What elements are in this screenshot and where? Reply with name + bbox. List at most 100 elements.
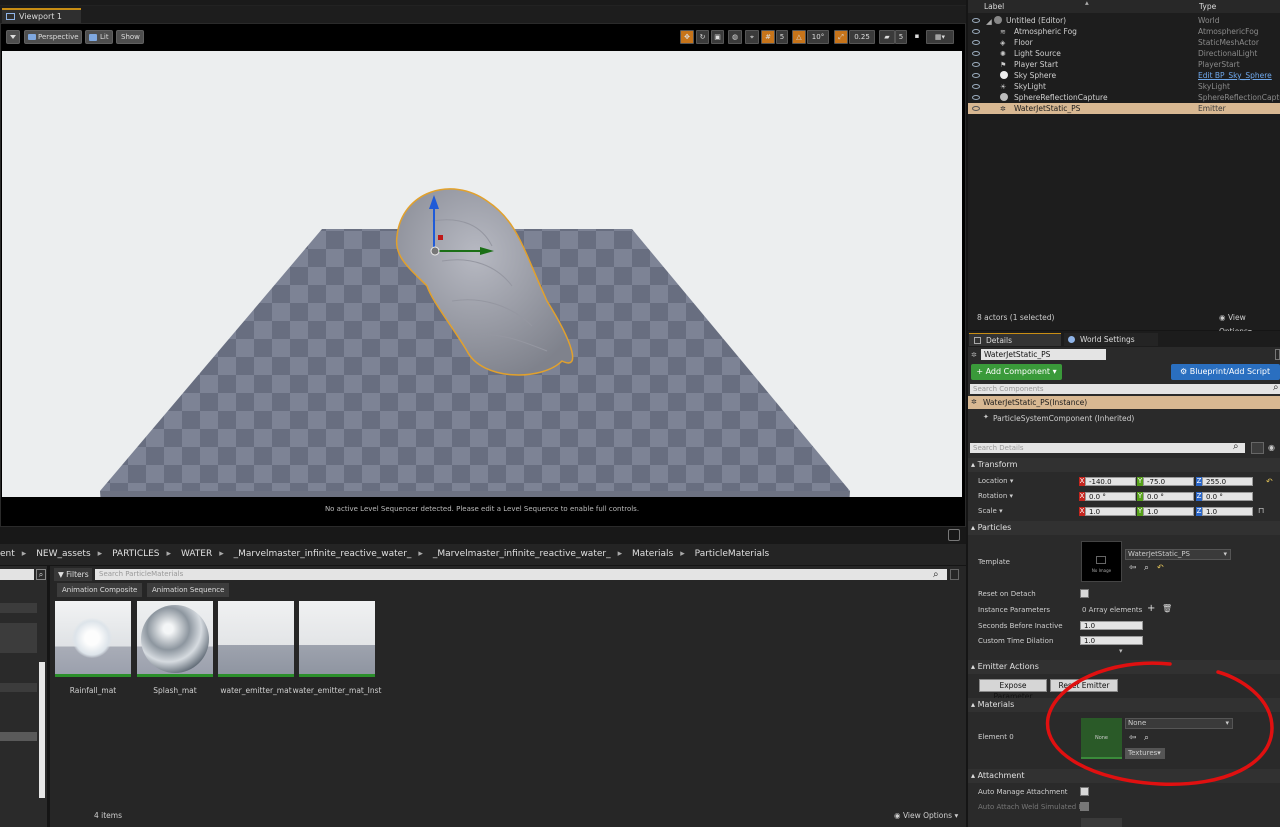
outliner-row[interactable]: SphereReflectionCapture SphereReflection… (968, 92, 1280, 103)
folder-item[interactable] (0, 683, 37, 692)
chevron-right-icon[interactable]: ▸ (618, 549, 623, 559)
perspective-button[interactable]: Perspective (24, 30, 82, 44)
folder-item-selected[interactable] (0, 732, 37, 741)
scrollbar[interactable] (39, 662, 45, 798)
eye-icon[interactable] (972, 62, 980, 67)
view-options-button[interactable]: ◉ View Options ▾ (894, 811, 958, 820)
asset-search-input[interactable]: Search ParticleMaterials (95, 569, 947, 580)
asset-thumbnail[interactable] (137, 601, 213, 677)
chevron-right-icon[interactable]: ▸ (418, 549, 423, 559)
scale-z-field[interactable]: 1.0 (1202, 507, 1253, 516)
path-segment[interactable]: ParticleMaterials (695, 549, 770, 559)
eye-icon[interactable] (972, 29, 980, 34)
eye-icon[interactable] (972, 73, 980, 78)
tab-details[interactable]: Details (969, 333, 1061, 346)
reset-on-detach-checkbox[interactable] (1080, 589, 1089, 598)
outliner-row[interactable]: ✺ Light Source DirectionalLight (968, 48, 1280, 59)
trash-icon[interactable]: 🗑 (1162, 604, 1172, 613)
tab-world-settings[interactable]: World Settings (1064, 333, 1158, 346)
folder-search-input[interactable] (0, 569, 34, 580)
instance-row[interactable]: WaterJetStatic_PS(Instance) (968, 396, 1280, 409)
folder-item[interactable] (0, 623, 37, 653)
viewport-options-button[interactable] (6, 30, 20, 44)
grid-snap-value[interactable]: 5 (776, 30, 788, 44)
translate-tool-icon[interactable]: ✥ (680, 30, 694, 44)
world-local-icon[interactable]: ◍ (728, 30, 742, 44)
reset-arrow-icon[interactable]: ↶ (1157, 563, 1164, 572)
filter-chip[interactable]: Animation Composite (57, 583, 143, 597)
scale-x-field[interactable]: 1.0 (1085, 507, 1136, 516)
seconds-before-inactive-field[interactable]: 1.0 (1080, 621, 1143, 630)
type-column-header[interactable]: Type (1199, 0, 1216, 13)
chevron-right-icon[interactable]: ▸ (219, 549, 224, 559)
eye-icon[interactable] (972, 40, 980, 45)
outliner-row[interactable]: ≋ Atmospheric Fog AtmosphericFog (968, 26, 1280, 37)
folder-item[interactable] (0, 603, 37, 613)
path-segment[interactable]: ent (0, 549, 15, 559)
filters-button[interactable]: ▼ Filters ▾ (54, 568, 92, 592)
angle-snap-value[interactable]: 10° (807, 30, 829, 44)
location-x-field[interactable]: -140.0 (1085, 477, 1136, 486)
viewport-tab[interactable]: Viewport 1 (2, 8, 81, 23)
scale-snap-value[interactable]: 0.25 (849, 30, 875, 44)
component-row[interactable]: ParticleSystemComponent (Inherited) (968, 413, 1280, 425)
add-element-icon[interactable]: + (1147, 603, 1155, 614)
chevron-right-icon[interactable]: ▸ (98, 549, 103, 559)
eye-icon[interactable] (972, 51, 980, 56)
camera-speed-value[interactable]: 5 (895, 30, 907, 44)
path-segment[interactable]: NEW_assets (36, 549, 90, 559)
path-segment[interactable]: _Marvelmaster_infinite_reactive_water_ (433, 549, 611, 559)
surface-snap-icon[interactable]: ⌖ (745, 30, 759, 44)
lock-scale-icon[interactable]: ⊓ (1258, 506, 1264, 515)
actor-name-field[interactable]: WaterJetStatic_PS (981, 349, 1106, 360)
lit-button[interactable]: Lit (85, 30, 113, 44)
scale-y-field[interactable]: 1.0 (1143, 507, 1194, 516)
viewport-canvas[interactable] (2, 51, 962, 519)
eye-icon[interactable] (972, 18, 980, 23)
rotate-tool-icon[interactable]: ↻ (696, 30, 709, 44)
visibility-eye-icon[interactable]: ◉ (1268, 443, 1275, 452)
grid-snap-icon[interactable]: # (761, 30, 775, 44)
rotation-y-field[interactable]: 0.0 ° (1143, 492, 1194, 501)
expose-parameter-button[interactable]: Expose Parameter (979, 679, 1047, 701)
search-details-input[interactable]: Search Details (970, 443, 1245, 453)
label-column-header[interactable]: Label (984, 0, 1004, 13)
use-selected-arrow-icon[interactable]: ⇦ (1129, 563, 1137, 573)
template-thumbnail[interactable]: No Image (1081, 541, 1122, 582)
location-y-field[interactable]: -75.0 (1143, 477, 1194, 486)
layout-icon[interactable]: ▦▾ (926, 30, 954, 44)
maximize-icon[interactable]: ▪ (911, 30, 923, 44)
outliner-row[interactable]: Sky Sphere Edit BP_Sky_Sphere (968, 70, 1280, 81)
advanced-expand-icon[interactable]: ▾ (1119, 647, 1123, 655)
asset-thumbnail[interactable] (299, 601, 375, 677)
save-search-icon[interactable] (950, 569, 959, 580)
outliner-row[interactable]: ◈ Floor StaticMeshActor (968, 37, 1280, 48)
location-label[interactable]: Location ▾ (978, 477, 1013, 485)
camera-speed-icon[interactable]: ▰ (879, 30, 895, 44)
expand-arrow-icon[interactable]: ◢ (986, 16, 994, 26)
eye-icon[interactable] (972, 95, 980, 100)
outliner-row[interactable]: ☀ SkyLight SkyLight (968, 81, 1280, 92)
filter-chip[interactable]: Animation Sequence (147, 583, 230, 597)
path-segment[interactable]: WATER (181, 549, 212, 559)
location-z-field[interactable]: 255.0 (1202, 477, 1253, 486)
auto-attach-weld-checkbox[interactable] (1080, 802, 1089, 811)
eye-icon[interactable] (972, 84, 980, 89)
template-dropdown[interactable]: WaterJetStatic_PS ▾ (1125, 549, 1231, 560)
rotation-z-field[interactable]: 0.0 ° (1202, 492, 1253, 501)
asset-thumbnail[interactable] (55, 601, 131, 677)
scale-label[interactable]: Scale ▾ (978, 507, 1003, 515)
chevron-right-icon[interactable]: ▸ (22, 549, 27, 559)
reset-arrow-icon[interactable]: ↶ (1266, 477, 1273, 486)
particles-section-header[interactable]: ▴ Particles (968, 521, 1280, 535)
lock-icon[interactable] (948, 529, 960, 541)
lock-icon[interactable] (1275, 349, 1280, 360)
property-matrix-icon[interactable] (1251, 442, 1264, 454)
browse-search-icon[interactable]: ⌕ (1144, 563, 1149, 573)
outliner-row-selected[interactable]: ✲ WaterJetStatic_PS Emitter (968, 103, 1280, 114)
outliner-row[interactable]: ⚑ Player Start PlayerStart (968, 59, 1280, 70)
outliner-row[interactable]: ◢ Untitled (Editor) World (968, 15, 1280, 26)
chevron-right-icon[interactable]: ▸ (167, 549, 172, 559)
blueprint-add-script-button[interactable]: ⚙ Blueprint/Add Script (1171, 364, 1280, 380)
eye-icon[interactable] (972, 106, 980, 111)
